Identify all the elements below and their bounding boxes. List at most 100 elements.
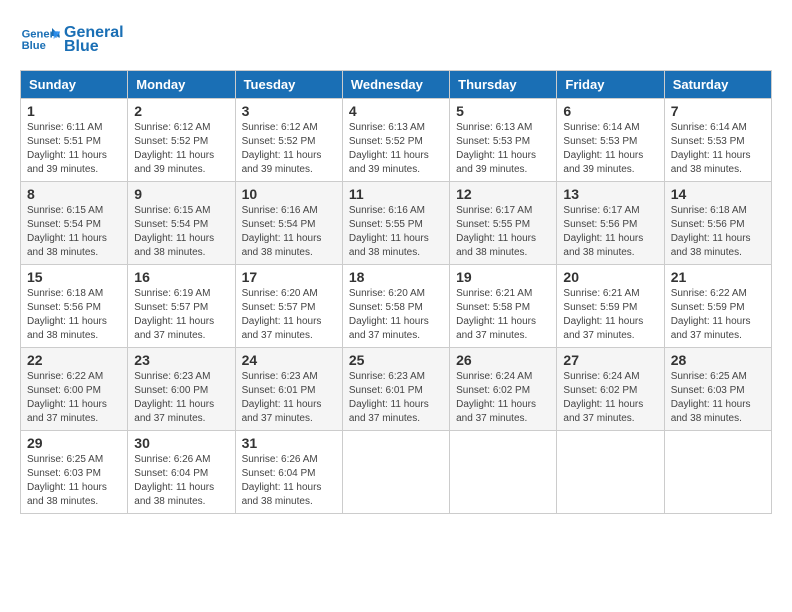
calendar-cell: 12 Sunrise: 6:17 AM Sunset: 5:55 PM Dayl… <box>450 182 557 265</box>
day-info: Sunrise: 6:26 AM Sunset: 6:04 PM Dayligh… <box>134 453 228 509</box>
day-number: 7 <box>671 103 765 119</box>
calendar-cell: 23 Sunrise: 6:23 AM Sunset: 6:00 PM Dayl… <box>128 348 235 431</box>
calendar-cell: 25 Sunrise: 6:23 AM Sunset: 6:01 PM Dayl… <box>342 348 449 431</box>
day-info: Sunrise: 6:13 AM Sunset: 5:52 PM Dayligh… <box>349 121 443 177</box>
calendar-cell <box>342 431 449 514</box>
weekday-header: Tuesday <box>235 71 342 99</box>
day-number: 22 <box>27 352 121 368</box>
calendar-cell: 18 Sunrise: 6:20 AM Sunset: 5:58 PM Dayl… <box>342 265 449 348</box>
day-info: Sunrise: 6:23 AM Sunset: 6:00 PM Dayligh… <box>134 370 228 426</box>
day-info: Sunrise: 6:23 AM Sunset: 6:01 PM Dayligh… <box>242 370 336 426</box>
day-number: 11 <box>349 186 443 202</box>
calendar-body: 1 Sunrise: 6:11 AM Sunset: 5:51 PM Dayli… <box>21 99 772 514</box>
day-info: Sunrise: 6:22 AM Sunset: 6:00 PM Dayligh… <box>27 370 121 426</box>
weekday-header: Saturday <box>664 71 771 99</box>
day-info: Sunrise: 6:17 AM Sunset: 5:55 PM Dayligh… <box>456 204 550 260</box>
calendar-cell: 13 Sunrise: 6:17 AM Sunset: 5:56 PM Dayl… <box>557 182 664 265</box>
day-info: Sunrise: 6:24 AM Sunset: 6:02 PM Dayligh… <box>563 370 657 426</box>
calendar-cell: 20 Sunrise: 6:21 AM Sunset: 5:59 PM Dayl… <box>557 265 664 348</box>
calendar-cell: 16 Sunrise: 6:19 AM Sunset: 5:57 PM Dayl… <box>128 265 235 348</box>
calendar-week-row: 29 Sunrise: 6:25 AM Sunset: 6:03 PM Dayl… <box>21 431 772 514</box>
day-number: 8 <box>27 186 121 202</box>
calendar-cell: 4 Sunrise: 6:13 AM Sunset: 5:52 PM Dayli… <box>342 99 449 182</box>
day-number: 12 <box>456 186 550 202</box>
weekday-header: Friday <box>557 71 664 99</box>
calendar-cell: 15 Sunrise: 6:18 AM Sunset: 5:56 PM Dayl… <box>21 265 128 348</box>
day-info: Sunrise: 6:20 AM Sunset: 5:57 PM Dayligh… <box>242 287 336 343</box>
calendar-cell <box>557 431 664 514</box>
day-info: Sunrise: 6:12 AM Sunset: 5:52 PM Dayligh… <box>134 121 228 177</box>
day-info: Sunrise: 6:21 AM Sunset: 5:58 PM Dayligh… <box>456 287 550 343</box>
calendar-cell <box>450 431 557 514</box>
calendar-cell: 21 Sunrise: 6:22 AM Sunset: 5:59 PM Dayl… <box>664 265 771 348</box>
logo: General Blue General Blue <box>20 20 124 60</box>
calendar-cell: 10 Sunrise: 6:16 AM Sunset: 5:54 PM Dayl… <box>235 182 342 265</box>
calendar-table: SundayMondayTuesdayWednesdayThursdayFrid… <box>20 70 772 514</box>
day-number: 10 <box>242 186 336 202</box>
day-number: 25 <box>349 352 443 368</box>
day-info: Sunrise: 6:13 AM Sunset: 5:53 PM Dayligh… <box>456 121 550 177</box>
day-info: Sunrise: 6:25 AM Sunset: 6:03 PM Dayligh… <box>27 453 121 509</box>
day-number: 24 <box>242 352 336 368</box>
day-info: Sunrise: 6:12 AM Sunset: 5:52 PM Dayligh… <box>242 121 336 177</box>
day-info: Sunrise: 6:24 AM Sunset: 6:02 PM Dayligh… <box>456 370 550 426</box>
day-number: 16 <box>134 269 228 285</box>
weekday-header: Sunday <box>21 71 128 99</box>
calendar-cell: 11 Sunrise: 6:16 AM Sunset: 5:55 PM Dayl… <box>342 182 449 265</box>
day-info: Sunrise: 6:14 AM Sunset: 5:53 PM Dayligh… <box>671 121 765 177</box>
day-number: 13 <box>563 186 657 202</box>
weekday-header: Monday <box>128 71 235 99</box>
calendar-cell: 6 Sunrise: 6:14 AM Sunset: 5:53 PM Dayli… <box>557 99 664 182</box>
day-number: 23 <box>134 352 228 368</box>
day-number: 6 <box>563 103 657 119</box>
calendar-cell: 3 Sunrise: 6:12 AM Sunset: 5:52 PM Dayli… <box>235 99 342 182</box>
day-info: Sunrise: 6:17 AM Sunset: 5:56 PM Dayligh… <box>563 204 657 260</box>
logo-icon: General Blue <box>20 20 60 60</box>
calendar-week-row: 15 Sunrise: 6:18 AM Sunset: 5:56 PM Dayl… <box>21 265 772 348</box>
calendar-cell: 1 Sunrise: 6:11 AM Sunset: 5:51 PM Dayli… <box>21 99 128 182</box>
day-info: Sunrise: 6:16 AM Sunset: 5:55 PM Dayligh… <box>349 204 443 260</box>
day-number: 19 <box>456 269 550 285</box>
day-info: Sunrise: 6:26 AM Sunset: 6:04 PM Dayligh… <box>242 453 336 509</box>
day-info: Sunrise: 6:23 AM Sunset: 6:01 PM Dayligh… <box>349 370 443 426</box>
page-header: General Blue General Blue <box>20 20 772 60</box>
day-info: Sunrise: 6:18 AM Sunset: 5:56 PM Dayligh… <box>27 287 121 343</box>
day-number: 27 <box>563 352 657 368</box>
day-number: 14 <box>671 186 765 202</box>
day-number: 31 <box>242 435 336 451</box>
calendar-cell: 5 Sunrise: 6:13 AM Sunset: 5:53 PM Dayli… <box>450 99 557 182</box>
day-number: 3 <box>242 103 336 119</box>
day-info: Sunrise: 6:25 AM Sunset: 6:03 PM Dayligh… <box>671 370 765 426</box>
calendar-cell: 8 Sunrise: 6:15 AM Sunset: 5:54 PM Dayli… <box>21 182 128 265</box>
day-info: Sunrise: 6:21 AM Sunset: 5:59 PM Dayligh… <box>563 287 657 343</box>
day-number: 26 <box>456 352 550 368</box>
calendar-cell: 14 Sunrise: 6:18 AM Sunset: 5:56 PM Dayl… <box>664 182 771 265</box>
day-number: 18 <box>349 269 443 285</box>
day-number: 5 <box>456 103 550 119</box>
calendar-cell <box>664 431 771 514</box>
day-info: Sunrise: 6:15 AM Sunset: 5:54 PM Dayligh… <box>27 204 121 260</box>
day-number: 2 <box>134 103 228 119</box>
day-info: Sunrise: 6:20 AM Sunset: 5:58 PM Dayligh… <box>349 287 443 343</box>
calendar-cell: 29 Sunrise: 6:25 AM Sunset: 6:03 PM Dayl… <box>21 431 128 514</box>
calendar-cell: 22 Sunrise: 6:22 AM Sunset: 6:00 PM Dayl… <box>21 348 128 431</box>
calendar-cell: 17 Sunrise: 6:20 AM Sunset: 5:57 PM Dayl… <box>235 265 342 348</box>
calendar-cell: 2 Sunrise: 6:12 AM Sunset: 5:52 PM Dayli… <box>128 99 235 182</box>
day-info: Sunrise: 6:22 AM Sunset: 5:59 PM Dayligh… <box>671 287 765 343</box>
calendar-cell: 28 Sunrise: 6:25 AM Sunset: 6:03 PM Dayl… <box>664 348 771 431</box>
calendar-week-row: 1 Sunrise: 6:11 AM Sunset: 5:51 PM Dayli… <box>21 99 772 182</box>
day-number: 21 <box>671 269 765 285</box>
calendar-cell: 26 Sunrise: 6:24 AM Sunset: 6:02 PM Dayl… <box>450 348 557 431</box>
calendar-cell: 31 Sunrise: 6:26 AM Sunset: 6:04 PM Dayl… <box>235 431 342 514</box>
calendar-cell: 19 Sunrise: 6:21 AM Sunset: 5:58 PM Dayl… <box>450 265 557 348</box>
calendar-week-row: 22 Sunrise: 6:22 AM Sunset: 6:00 PM Dayl… <box>21 348 772 431</box>
calendar-week-row: 8 Sunrise: 6:15 AM Sunset: 5:54 PM Dayli… <box>21 182 772 265</box>
day-info: Sunrise: 6:18 AM Sunset: 5:56 PM Dayligh… <box>671 204 765 260</box>
calendar-cell: 7 Sunrise: 6:14 AM Sunset: 5:53 PM Dayli… <box>664 99 771 182</box>
calendar-cell: 9 Sunrise: 6:15 AM Sunset: 5:54 PM Dayli… <box>128 182 235 265</box>
calendar-header-row: SundayMondayTuesdayWednesdayThursdayFrid… <box>21 71 772 99</box>
day-number: 4 <box>349 103 443 119</box>
day-info: Sunrise: 6:15 AM Sunset: 5:54 PM Dayligh… <box>134 204 228 260</box>
calendar-cell: 27 Sunrise: 6:24 AM Sunset: 6:02 PM Dayl… <box>557 348 664 431</box>
weekday-header: Thursday <box>450 71 557 99</box>
